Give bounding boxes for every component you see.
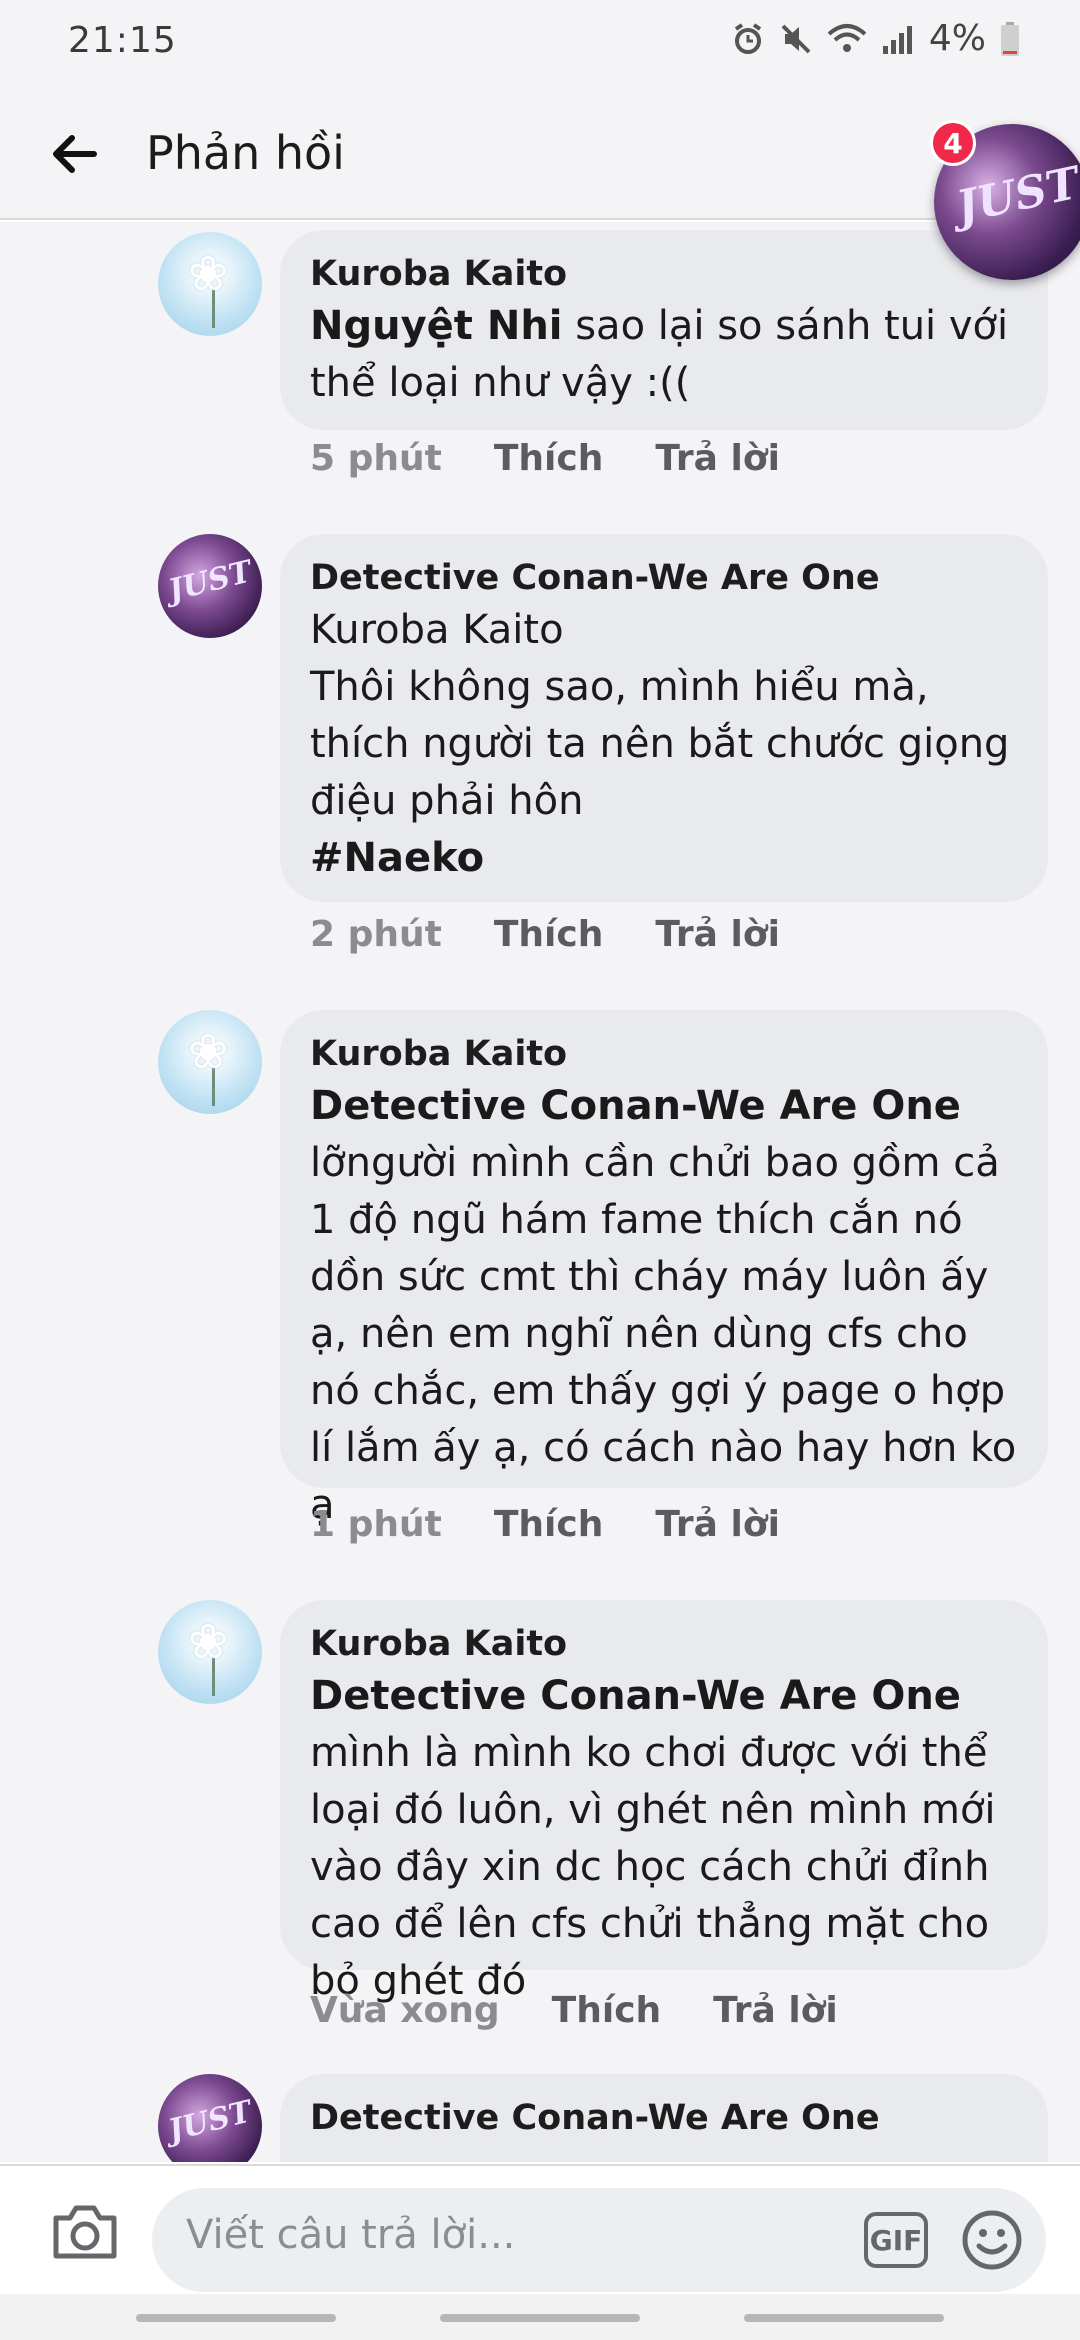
status-time: 21:15	[68, 20, 177, 61]
comment-author[interactable]: Kuroba Kaito	[310, 1620, 1018, 1668]
user-avatar[interactable]	[158, 232, 262, 336]
comment-body: Kuroba Kaito Thôi không sao, mình hiểu m…	[310, 607, 1010, 824]
battery-icon	[1001, 21, 1019, 56]
comment-time: Vừa xong	[310, 1990, 500, 2031]
wifi-icon	[827, 23, 867, 52]
like-button[interactable]: Thích	[494, 438, 604, 479]
like-button[interactable]: Thích	[494, 914, 604, 955]
reply-input[interactable]: Viết câu trả lời... GIF	[152, 2188, 1046, 2292]
signal-icon	[882, 25, 912, 54]
comment-body: mình là mình ko chơi được với thể loại đ…	[310, 1730, 996, 2004]
like-button[interactable]: Thích	[552, 1990, 662, 2031]
comment-author[interactable]: Kuroba Kaito	[310, 1030, 1018, 1078]
gif-button[interactable]: GIF	[864, 2212, 928, 2268]
comment-hashtag[interactable]: #Naeko	[310, 830, 1018, 887]
page-title: Phản hồi	[146, 126, 345, 180]
comment-list[interactable]: Kuroba Kaito Nguyệt Nhi sao lại so sánh …	[0, 222, 1080, 2162]
comment-author[interactable]: Detective Conan-We Are One	[310, 554, 1018, 602]
status-bar: 21:15 4%	[0, 0, 1080, 84]
reply-composer: Viết câu trả lời... GIF	[0, 2164, 1080, 2294]
comment-actions: 1 phút Thích Trả lời	[310, 1504, 780, 1545]
avatar-text: JUST	[165, 554, 256, 609]
back-button[interactable]	[44, 124, 104, 184]
reply-button[interactable]: Trả lời	[713, 1990, 838, 2031]
comment-bubble[interactable]: Detective Conan-We Are One	[280, 2074, 1048, 2162]
smiley-icon	[962, 2210, 1022, 2270]
user-avatar[interactable]: JUST	[158, 2074, 262, 2162]
reply-button[interactable]: Trả lời	[655, 438, 780, 479]
comment-bubble[interactable]: Kuroba Kaito Detective Conan-We Are One …	[280, 1010, 1048, 1528]
reply-button[interactable]: Trả lời	[655, 1504, 780, 1545]
comment-bubble[interactable]: Detective Conan-We Are One Kuroba Kaito …	[280, 534, 1048, 902]
avatar-text: JUST	[165, 2094, 256, 2149]
nav-back-button[interactable]	[744, 2314, 944, 2322]
system-nav-bar	[0, 2294, 1080, 2340]
status-icons: 4%	[731, 18, 1020, 59]
comment-time: 2 phút	[310, 914, 442, 955]
comment-mention[interactable]: Detective Conan-We Are One	[310, 1673, 961, 1719]
messenger-chathead[interactable]: JUST 4	[930, 120, 1080, 286]
comment-actions: 5 phút Thích Trả lời	[310, 438, 780, 479]
nav-home-button[interactable]	[440, 2314, 640, 2322]
comment-time: 1 phút	[310, 1504, 442, 1545]
user-avatar[interactable]: JUST	[158, 534, 262, 638]
comment-actions: 2 phút Thích Trả lời	[310, 914, 780, 955]
camera-button[interactable]	[50, 2202, 120, 2262]
comment-mention[interactable]: Detective Conan-We Are One	[310, 1078, 1018, 1135]
reply-button[interactable]: Trả lời	[655, 914, 780, 955]
chathead-unread-badge: 4	[930, 120, 976, 166]
comment-bubble[interactable]: Kuroba Kaito Detective Conan-We Are One …	[280, 1600, 1048, 2004]
header: Phản hồi	[0, 84, 1080, 220]
nav-recents-button[interactable]	[136, 2314, 336, 2322]
alarm-icon	[734, 22, 761, 54]
user-avatar[interactable]	[158, 1010, 262, 1114]
like-button[interactable]: Thích	[494, 1504, 604, 1545]
comment-actions: Vừa xong Thích Trả lời	[310, 1990, 838, 2031]
user-avatar[interactable]	[158, 1600, 262, 1704]
mute-icon	[781, 24, 811, 53]
comment-author[interactable]: Detective Conan-We Are One	[310, 2094, 1018, 2142]
comment-author[interactable]: Kuroba Kaito	[310, 250, 1018, 298]
emoji-button[interactable]	[960, 2208, 1024, 2272]
chathead-avatar-text: JUST	[952, 157, 1080, 234]
comment-text: Detective Conan-We Are One mình là mình …	[310, 1668, 1018, 2010]
camera-icon	[53, 2205, 117, 2259]
battery-percent: 4%	[928, 18, 986, 59]
reply-input-placeholder: Viết câu trả lời...	[186, 2212, 516, 2258]
comment-time: 5 phút	[310, 438, 442, 479]
comment-body: lỡngười mình cần chửi bao gồm cả 1 độ ng…	[310, 1140, 1017, 1528]
comment-mention[interactable]: Nguyệt Nhi	[310, 303, 563, 349]
comment-text: Nguyệt Nhi sao lại so sánh tui với thể l…	[310, 298, 1018, 412]
back-arrow-icon	[53, 135, 97, 173]
